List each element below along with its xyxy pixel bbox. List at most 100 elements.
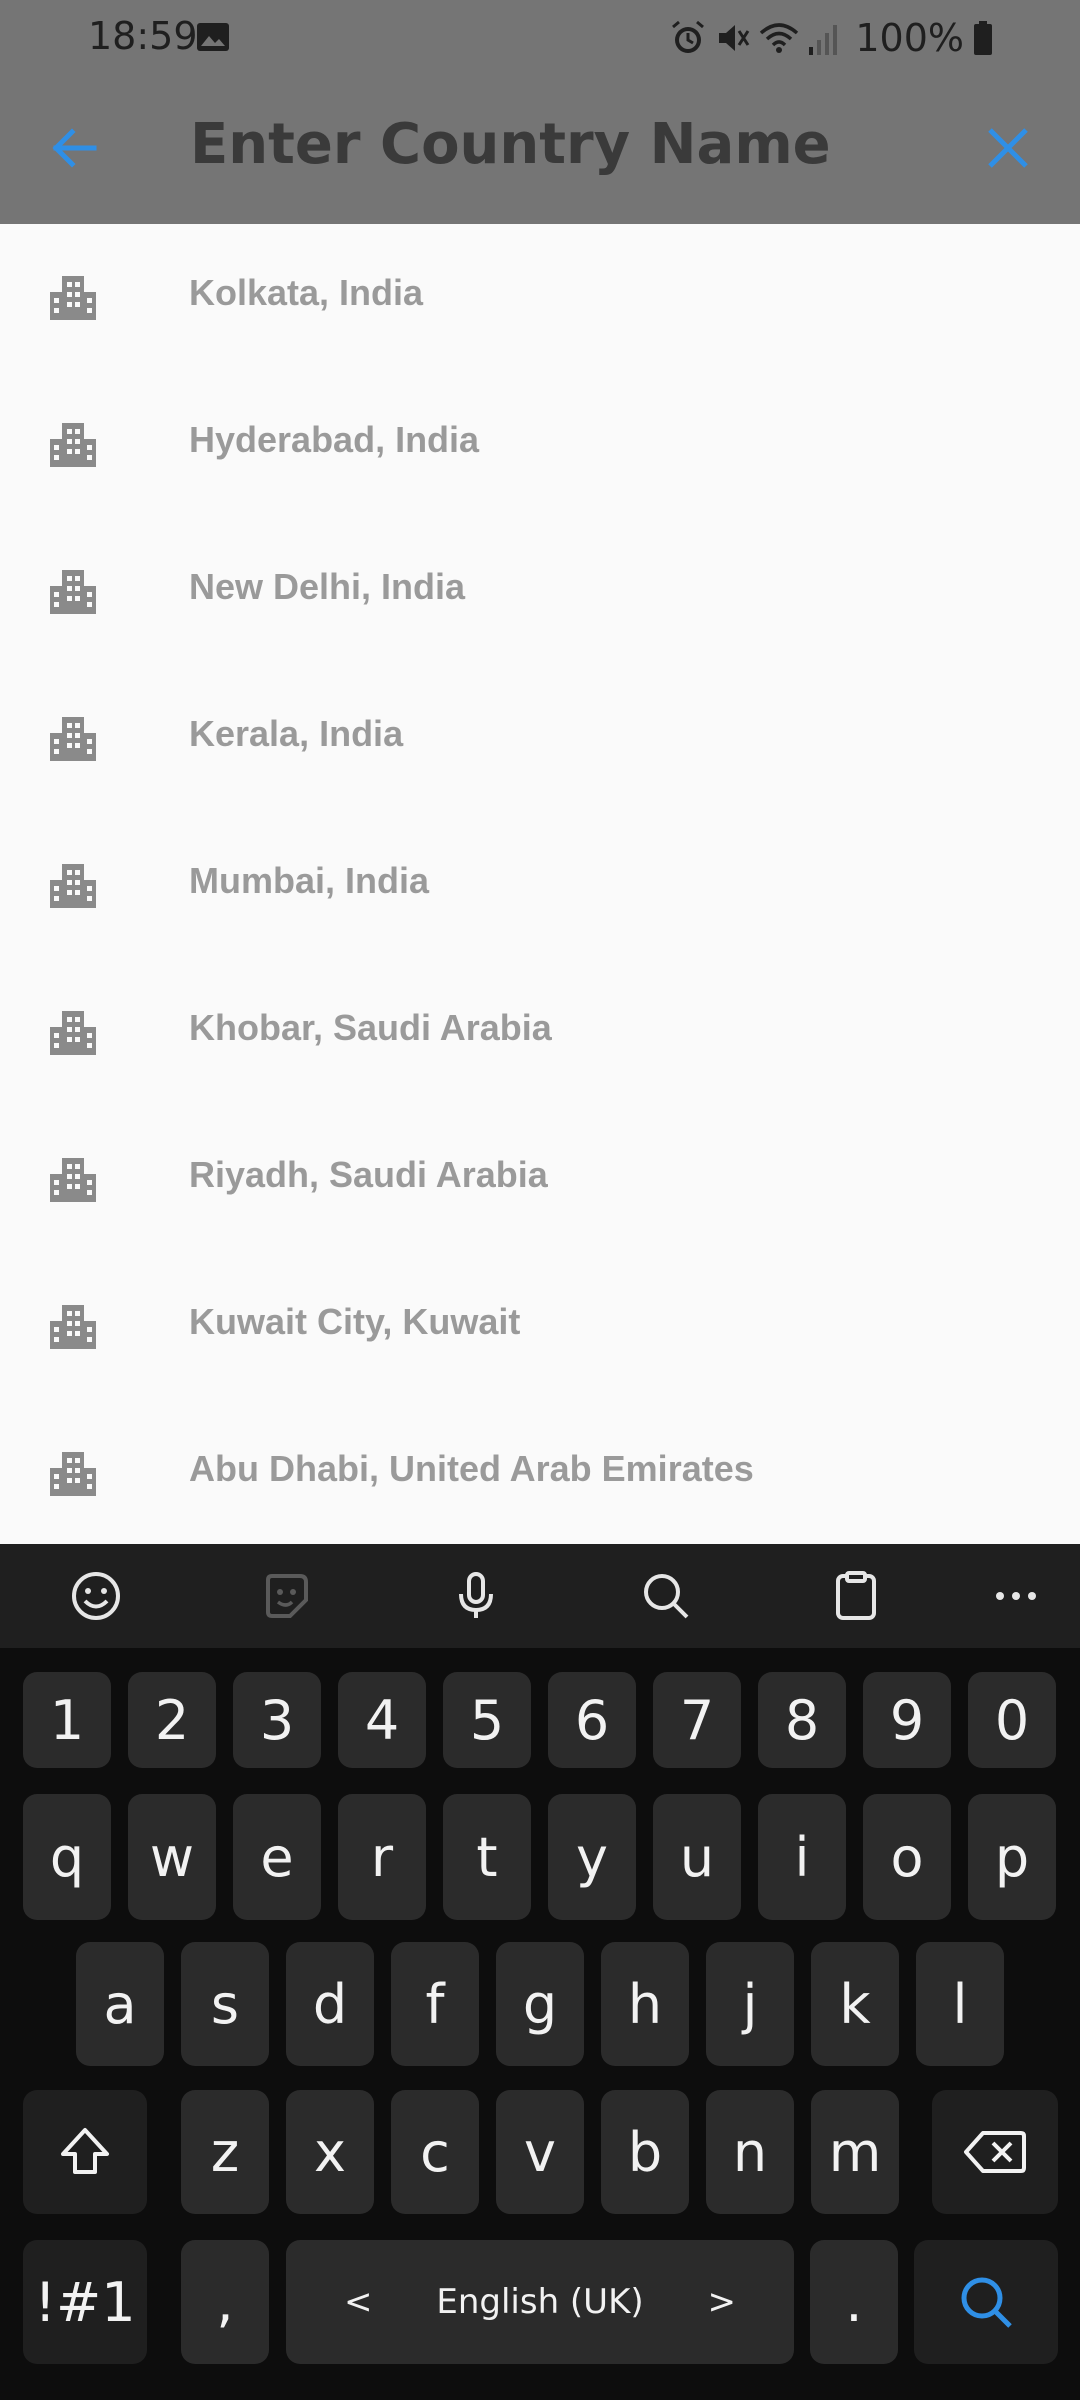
suggestion-list: Kolkata, India Hyderabad, India New Delhi,… xyxy=(0,224,1080,1544)
key-q[interactable]: q xyxy=(23,1794,111,1920)
arrow-left-icon[interactable] xyxy=(46,120,102,176)
city-icon xyxy=(48,860,98,910)
key-e[interactable]: e xyxy=(233,1794,321,1920)
gallery-icon xyxy=(197,23,229,51)
key-x[interactable]: x xyxy=(286,2090,374,2214)
clipboard-icon[interactable] xyxy=(830,1570,882,1622)
emoji-icon[interactable] xyxy=(70,1570,122,1622)
key-8[interactable]: 8 xyxy=(758,1672,846,1768)
key-m[interactable]: m xyxy=(811,2090,899,2214)
list-item[interactable]: Kerala, India xyxy=(0,665,1080,812)
key-k[interactable]: k xyxy=(811,1942,899,2066)
period-key[interactable]: . xyxy=(810,2240,898,2364)
key-f[interactable]: f xyxy=(391,1942,479,2066)
list-item-label: Hyderabad, India xyxy=(189,419,480,460)
list-item-label: Kuwait City, Kuwait xyxy=(189,1301,521,1342)
key-3[interactable]: 3 xyxy=(233,1672,321,1768)
key-4[interactable]: 4 xyxy=(338,1672,426,1768)
list-item[interactable]: Abu Dhabi, United Arab Emirates xyxy=(0,1400,1080,1544)
key-b[interactable]: b xyxy=(601,2090,689,2214)
space-language-label: English (UK) xyxy=(436,2282,644,2322)
list-item-label: New Delhi, India xyxy=(189,566,466,607)
keyboard-toolbar xyxy=(0,1544,1080,1648)
list-item[interactable]: Hyderabad, India xyxy=(0,371,1080,518)
mute-icon xyxy=(719,25,750,51)
key-i[interactable]: i xyxy=(758,1794,846,1920)
status-right-cluster: 100% xyxy=(669,14,994,62)
key-v[interactable]: v xyxy=(496,2090,584,2214)
key-2[interactable]: 2 xyxy=(128,1672,216,1768)
key-h[interactable]: h xyxy=(601,1942,689,2066)
list-item-label: Mumbai, India xyxy=(189,860,430,901)
city-icon xyxy=(48,566,98,616)
space-left-chevron: < xyxy=(344,2282,373,2322)
search-action-key[interactable] xyxy=(914,2240,1058,2364)
status-time: 18:59 xyxy=(88,14,198,58)
city-icon xyxy=(48,1154,98,1204)
key-c[interactable]: c xyxy=(391,2090,479,2214)
list-item[interactable]: Mumbai, India xyxy=(0,812,1080,959)
screen: 18:59 100% Enter Country Name Kolkata, I… xyxy=(0,0,1080,2400)
space-right-chevron: > xyxy=(707,2282,736,2322)
search-input[interactable]: Enter Country Name xyxy=(190,112,831,177)
key-l[interactable]: l xyxy=(916,1942,1004,2066)
city-icon xyxy=(48,419,98,469)
app-bar: Enter Country Name xyxy=(0,76,1080,224)
list-item[interactable]: Khobar, Saudi Arabia xyxy=(0,959,1080,1106)
key-y[interactable]: y xyxy=(548,1794,636,1920)
list-item[interactable]: Riyadh, Saudi Arabia xyxy=(0,1106,1080,1253)
key-1[interactable]: 1 xyxy=(23,1672,111,1768)
more-icon[interactable] xyxy=(990,1570,1042,1622)
key-n[interactable]: n xyxy=(706,2090,794,2214)
key-7[interactable]: 7 xyxy=(653,1672,741,1768)
key-z[interactable]: z xyxy=(181,2090,269,2214)
key-r[interactable]: r xyxy=(338,1794,426,1920)
alarm-icon xyxy=(672,20,705,53)
list-item[interactable]: New Delhi, India xyxy=(0,518,1080,665)
key-6[interactable]: 6 xyxy=(548,1672,636,1768)
key-s[interactable]: s xyxy=(181,1942,269,2066)
city-icon xyxy=(48,272,98,322)
battery-percent: 100% xyxy=(855,16,964,60)
list-item-label: Riyadh, Saudi Arabia xyxy=(189,1154,548,1195)
keyboard: 1 2 3 4 5 6 7 8 9 0 q w e r t y u i o p a s d f g h j k l z x c v b n m !#1,… xyxy=(0,1544,1080,2400)
symbols-key[interactable]: !#1 xyxy=(23,2240,147,2364)
signal-icon xyxy=(809,25,838,55)
city-icon xyxy=(48,1448,98,1498)
battery-icon xyxy=(974,21,992,55)
sticker-icon[interactable] xyxy=(260,1570,312,1622)
key-w[interactable]: w xyxy=(128,1794,216,1920)
list-item-label: Kerala, India xyxy=(189,713,404,754)
backspace-icon xyxy=(964,2131,1026,2173)
list-item[interactable]: Kolkata, India xyxy=(0,224,1080,371)
list-item-label: Kolkata, India xyxy=(189,272,424,313)
space-key[interactable]: < English (UK) > xyxy=(286,2240,794,2364)
list-item[interactable]: Kuwait City, Kuwait xyxy=(0,1253,1080,1400)
search-icon xyxy=(961,2277,1012,2328)
comma-key[interactable]: , xyxy=(181,2240,269,2364)
search-icon[interactable] xyxy=(640,1570,692,1622)
key-t[interactable]: t xyxy=(443,1794,531,1920)
key-5[interactable]: 5 xyxy=(443,1672,531,1768)
key-u[interactable]: u xyxy=(653,1794,741,1920)
city-icon xyxy=(48,1007,98,1057)
microphone-icon[interactable] xyxy=(450,1570,502,1622)
shift-key[interactable] xyxy=(23,2090,147,2214)
key-g[interactable]: g xyxy=(496,1942,584,2066)
key-0[interactable]: 0 xyxy=(968,1672,1056,1768)
city-icon xyxy=(48,713,98,763)
key-o[interactable]: o xyxy=(863,1794,951,1920)
list-item-label: Khobar, Saudi Arabia xyxy=(189,1007,552,1048)
top-bar: 18:59 100% Enter Country Name xyxy=(0,0,1080,224)
key-9[interactable]: 9 xyxy=(863,1672,951,1768)
wifi-icon xyxy=(760,23,799,53)
city-icon xyxy=(48,1301,98,1351)
list-item-label: Abu Dhabi, United Arab Emirates xyxy=(189,1448,754,1489)
status-bar: 18:59 100% xyxy=(0,0,1080,76)
key-d[interactable]: d xyxy=(286,1942,374,2066)
key-p[interactable]: p xyxy=(968,1794,1056,1920)
close-icon[interactable] xyxy=(980,120,1036,176)
backspace-key[interactable] xyxy=(932,2090,1058,2214)
key-j[interactable]: j xyxy=(706,1942,794,2066)
key-a[interactable]: a xyxy=(76,1942,164,2066)
